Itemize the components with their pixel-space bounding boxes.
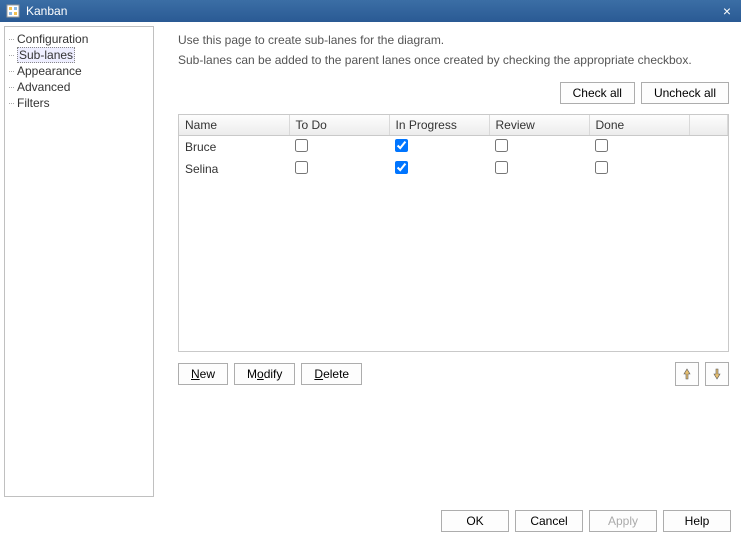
ok-button[interactable]: OK: [441, 510, 509, 532]
col-spacer: [689, 115, 728, 136]
sidebar-item-appearance[interactable]: Appearance: [5, 63, 153, 79]
uncheck-all-button[interactable]: Uncheck all: [641, 82, 729, 104]
col-inprogress[interactable]: In Progress: [389, 115, 489, 136]
sidebar-item-label: Sub-lanes: [17, 47, 75, 63]
sidebar-item-label: Appearance: [17, 64, 82, 78]
mnemonic: D: [314, 367, 323, 381]
sidebar-item-filters[interactable]: Filters: [5, 95, 153, 111]
titlebar: Kanban ×: [0, 0, 741, 22]
sidebar-item-advanced[interactable]: Advanced: [5, 79, 153, 95]
mnemonic: N: [191, 367, 200, 381]
new-button[interactable]: New: [178, 363, 228, 385]
cell-name: Bruce: [179, 136, 289, 159]
app-icon: [6, 4, 20, 18]
checkbox-todo[interactable]: [295, 161, 308, 174]
col-name[interactable]: Name: [179, 115, 289, 136]
sidebar-item-sub-lanes[interactable]: Sub-lanes: [5, 47, 153, 63]
btn-rest: ew: [200, 367, 215, 381]
delete-button[interactable]: Delete: [301, 363, 362, 385]
close-icon[interactable]: ×: [719, 3, 735, 19]
cell-name: Selina: [179, 158, 289, 180]
dialog-footer: OK Cancel Apply Help: [0, 501, 741, 541]
modify-button[interactable]: Modify: [234, 363, 295, 385]
hand-down-icon: [710, 367, 724, 381]
table-row[interactable]: Selina: [179, 158, 728, 180]
sublanes-table: Name To Do In Progress Review Done Bruce: [178, 114, 729, 352]
sidebar-item-label: Filters: [17, 96, 50, 110]
checkbox-done[interactable]: [595, 161, 608, 174]
checkbox-inprogress[interactable]: [395, 139, 408, 152]
table-header-row: Name To Do In Progress Review Done: [179, 115, 728, 136]
col-todo[interactable]: To Do: [289, 115, 389, 136]
description-line-2: Sub-lanes can be added to the parent lan…: [178, 52, 729, 68]
sidebar-item-label: Configuration: [17, 32, 88, 46]
checkbox-done[interactable]: [595, 139, 608, 152]
description-line-1: Use this page to create sub-lanes for th…: [178, 32, 729, 48]
main-panel: Use this page to create sub-lanes for th…: [154, 22, 741, 501]
btn-pre: M: [247, 367, 257, 381]
col-done[interactable]: Done: [589, 115, 689, 136]
help-button[interactable]: Help: [663, 510, 731, 532]
checkbox-todo[interactable]: [295, 139, 308, 152]
checkbox-review[interactable]: [495, 139, 508, 152]
sidebar: Configuration Sub-lanes Appearance Advan…: [4, 26, 154, 497]
checkbox-review[interactable]: [495, 161, 508, 174]
btn-rest: dify: [264, 367, 283, 381]
apply-button[interactable]: Apply: [589, 510, 657, 532]
checkbox-inprogress[interactable]: [395, 161, 408, 174]
btn-rest: elete: [323, 367, 349, 381]
cancel-button[interactable]: Cancel: [515, 510, 583, 532]
sidebar-item-label: Advanced: [17, 80, 70, 94]
move-down-button[interactable]: [705, 362, 729, 386]
check-all-button[interactable]: Check all: [560, 82, 635, 104]
window-title: Kanban: [26, 4, 719, 18]
table-row[interactable]: Bruce: [179, 136, 728, 159]
hand-up-icon: [680, 367, 694, 381]
move-up-button[interactable]: [675, 362, 699, 386]
col-review[interactable]: Review: [489, 115, 589, 136]
sidebar-item-configuration[interactable]: Configuration: [5, 31, 153, 47]
mnemonic: o: [257, 367, 264, 381]
